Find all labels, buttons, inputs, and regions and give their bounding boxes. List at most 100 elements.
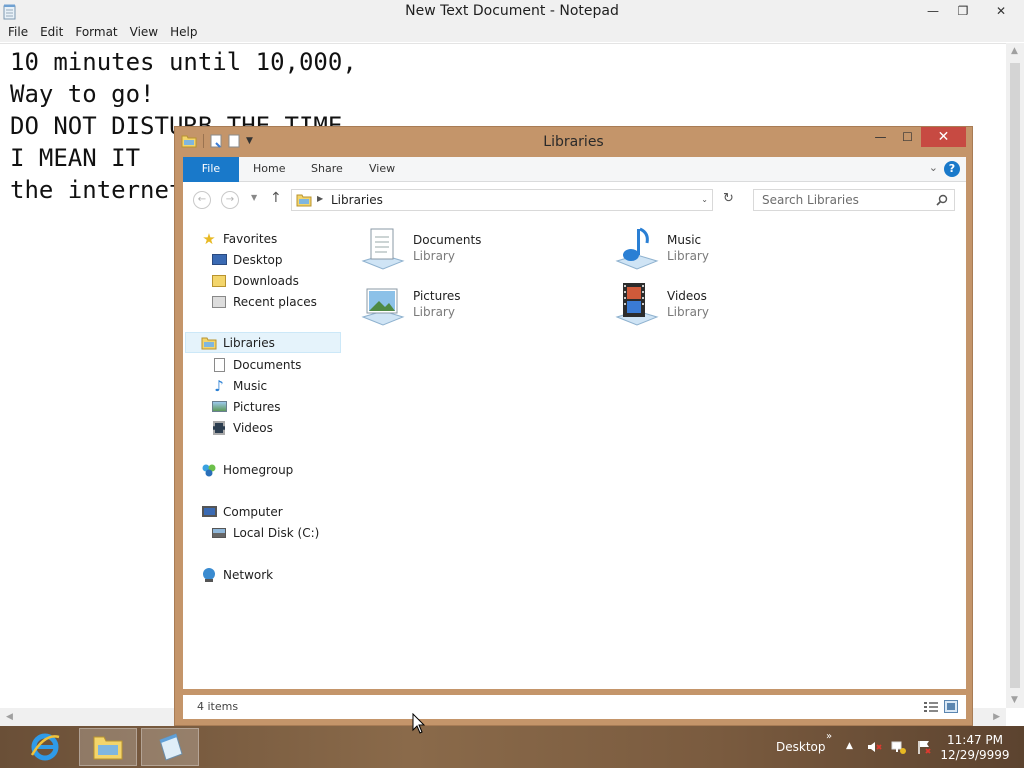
nav-desktop[interactable]: Desktop <box>211 249 283 270</box>
address-dropdown-icon[interactable]: ⌄ <box>701 195 708 204</box>
nav-recent-places[interactable]: Recent places <box>211 291 317 312</box>
back-button[interactable]: ← <box>193 191 211 209</box>
scroll-left-icon[interactable]: ◀ <box>6 712 13 722</box>
downloads-icon <box>211 273 227 289</box>
up-arrow-icon[interactable]: ↑ <box>270 190 282 206</box>
music-library-icon <box>615 227 659 270</box>
recent-places-icon <box>211 294 227 310</box>
nav-homegroup[interactable]: Homegroup <box>201 459 293 480</box>
nav-music-label: Music <box>233 378 268 393</box>
nav-downloads[interactable]: Downloads <box>211 270 299 291</box>
help-icon[interactable]: ? <box>944 161 960 177</box>
document-icon <box>211 357 227 373</box>
nav-favorites[interactable]: ★ Favorites <box>201 228 277 249</box>
tile-name: Music <box>667 233 702 247</box>
menu-view[interactable]: View <box>124 24 164 42</box>
vertical-scrollbar[interactable]: ▲ ▼ <box>1006 43 1024 708</box>
close-icon: ✕ <box>995 4 1007 18</box>
status-bar: 4 items <box>183 695 966 719</box>
system-clock[interactable]: 11:47 PM 12/29/9999 <box>940 733 1010 763</box>
refresh-icon[interactable]: ↻ <box>723 191 734 206</box>
nav-local-disk[interactable]: Local Disk (C:) <box>211 522 319 543</box>
scrollbar-thumb[interactable] <box>1010 63 1020 688</box>
search-placeholder: Search Libraries <box>762 193 859 207</box>
tile-name: Documents <box>413 233 482 247</box>
desktop-toolbar-chevron-icon[interactable]: » <box>826 731 832 742</box>
item-count: 4 items <box>197 700 239 713</box>
documents-library-icon <box>361 228 405 270</box>
scroll-right-icon[interactable]: ▶ <box>993 712 1000 722</box>
volume-muted-icon[interactable] <box>866 739 882 755</box>
menu-format[interactable]: Format <box>69 24 123 42</box>
action-center-flag-icon[interactable] <box>916 739 932 755</box>
tab-view[interactable]: View <box>369 157 395 182</box>
expand-ribbon-icon[interactable]: ⌄ <box>929 161 938 174</box>
menu-file[interactable]: File <box>2 24 34 42</box>
menu-edit[interactable]: Edit <box>34 24 69 42</box>
explorer-window: ▼ Libraries — ☐ ✕ File Home Share View ⌄… <box>174 126 973 726</box>
nav-pictures[interactable]: Pictures <box>211 396 281 417</box>
restore-button[interactable]: ❐ <box>948 0 978 22</box>
explorer-minimize-button[interactable]: — <box>867 127 894 147</box>
nav-documents-label: Documents <box>233 357 302 372</box>
text-line: Way to go! <box>10 80 155 108</box>
nav-music[interactable]: ♪ Music <box>211 375 267 396</box>
nav-documents[interactable]: Documents <box>211 354 301 375</box>
nav-desktop-label: Desktop <box>233 252 283 267</box>
music-note-icon: ♪ <box>214 376 224 395</box>
tile-name: Videos <box>667 289 707 303</box>
breadcrumb-chevron-icon[interactable]: ▶ <box>317 194 323 203</box>
forward-button[interactable]: → <box>221 191 239 209</box>
desktop-toolbar-label[interactable]: Desktop <box>776 740 826 754</box>
library-tile-music[interactable]: Music Library <box>613 225 853 275</box>
close-button[interactable]: ✕ <box>978 0 1024 22</box>
search-input[interactable]: Search Libraries <box>753 189 955 211</box>
menu-help[interactable]: Help <box>164 24 203 42</box>
search-icon[interactable] <box>936 194 948 206</box>
recent-locations-icon[interactable]: ▼ <box>251 193 257 202</box>
scroll-up-icon[interactable]: ▲ <box>1011 46 1018 56</box>
forward-arrow-icon: → <box>225 194 235 205</box>
internet-explorer-icon <box>30 733 60 761</box>
computer-icon <box>201 504 217 520</box>
nav-pictures-label: Pictures <box>233 399 281 414</box>
scroll-down-icon[interactable]: ▼ <box>1011 695 1018 705</box>
film-icon <box>211 420 227 436</box>
show-hidden-icons-icon[interactable]: ▲ <box>846 741 862 757</box>
notepad-title-bar[interactable]: New Text Document - Notepad — ❐ ✕ <box>0 0 1024 24</box>
nav-videos[interactable]: Videos <box>211 417 273 438</box>
tile-subtitle: Library <box>413 305 455 319</box>
minimize-icon: — <box>874 130 887 144</box>
library-tile-documents[interactable]: Documents Library <box>359 225 599 275</box>
maximize-icon: ☐ <box>902 130 913 144</box>
picture-icon <box>211 399 227 415</box>
taskbar-internet-explorer[interactable] <box>16 728 74 766</box>
navigation-pane: ★ Favorites Desktop Downloads Recent pla… <box>183 217 343 689</box>
clock-date: 12/29/9999 <box>940 748 1010 762</box>
explorer-close-button[interactable]: ✕ <box>921 127 966 147</box>
library-tile-pictures[interactable]: Pictures Library <box>359 281 599 331</box>
close-icon: ✕ <box>937 129 950 145</box>
nav-libraries[interactable]: Libraries <box>185 332 341 353</box>
large-icons-view-icon[interactable] <box>944 700 958 713</box>
notepad-menu-bar: File Edit Format View Help <box>0 24 1024 42</box>
explorer-maximize-button[interactable]: ☐ <box>894 127 921 147</box>
clock-time: 11:47 PM <box>947 733 1003 747</box>
nav-network[interactable]: Network <box>201 564 273 585</box>
tab-home[interactable]: Home <box>253 157 285 182</box>
nav-computer[interactable]: Computer <box>201 501 283 522</box>
taskbar-file-explorer[interactable] <box>79 728 137 766</box>
tab-file[interactable]: File <box>183 157 239 182</box>
explorer-title: Libraries <box>543 134 604 150</box>
explorer-title-bar[interactable]: ▼ Libraries — ☐ ✕ <box>175 127 972 157</box>
minimize-button[interactable]: — <box>918 0 948 22</box>
network-status-icon[interactable] <box>891 739 907 755</box>
address-bar[interactable]: ▶ Libraries ⌄ <box>291 189 713 211</box>
details-view-icon[interactable] <box>924 701 938 713</box>
network-icon <box>201 567 217 583</box>
minimize-icon: — <box>927 4 939 18</box>
library-tile-videos[interactable]: Videos Library <box>613 281 853 331</box>
tab-share[interactable]: Share <box>311 157 343 182</box>
taskbar-notepad[interactable] <box>141 728 199 766</box>
tile-subtitle: Library <box>413 249 455 263</box>
